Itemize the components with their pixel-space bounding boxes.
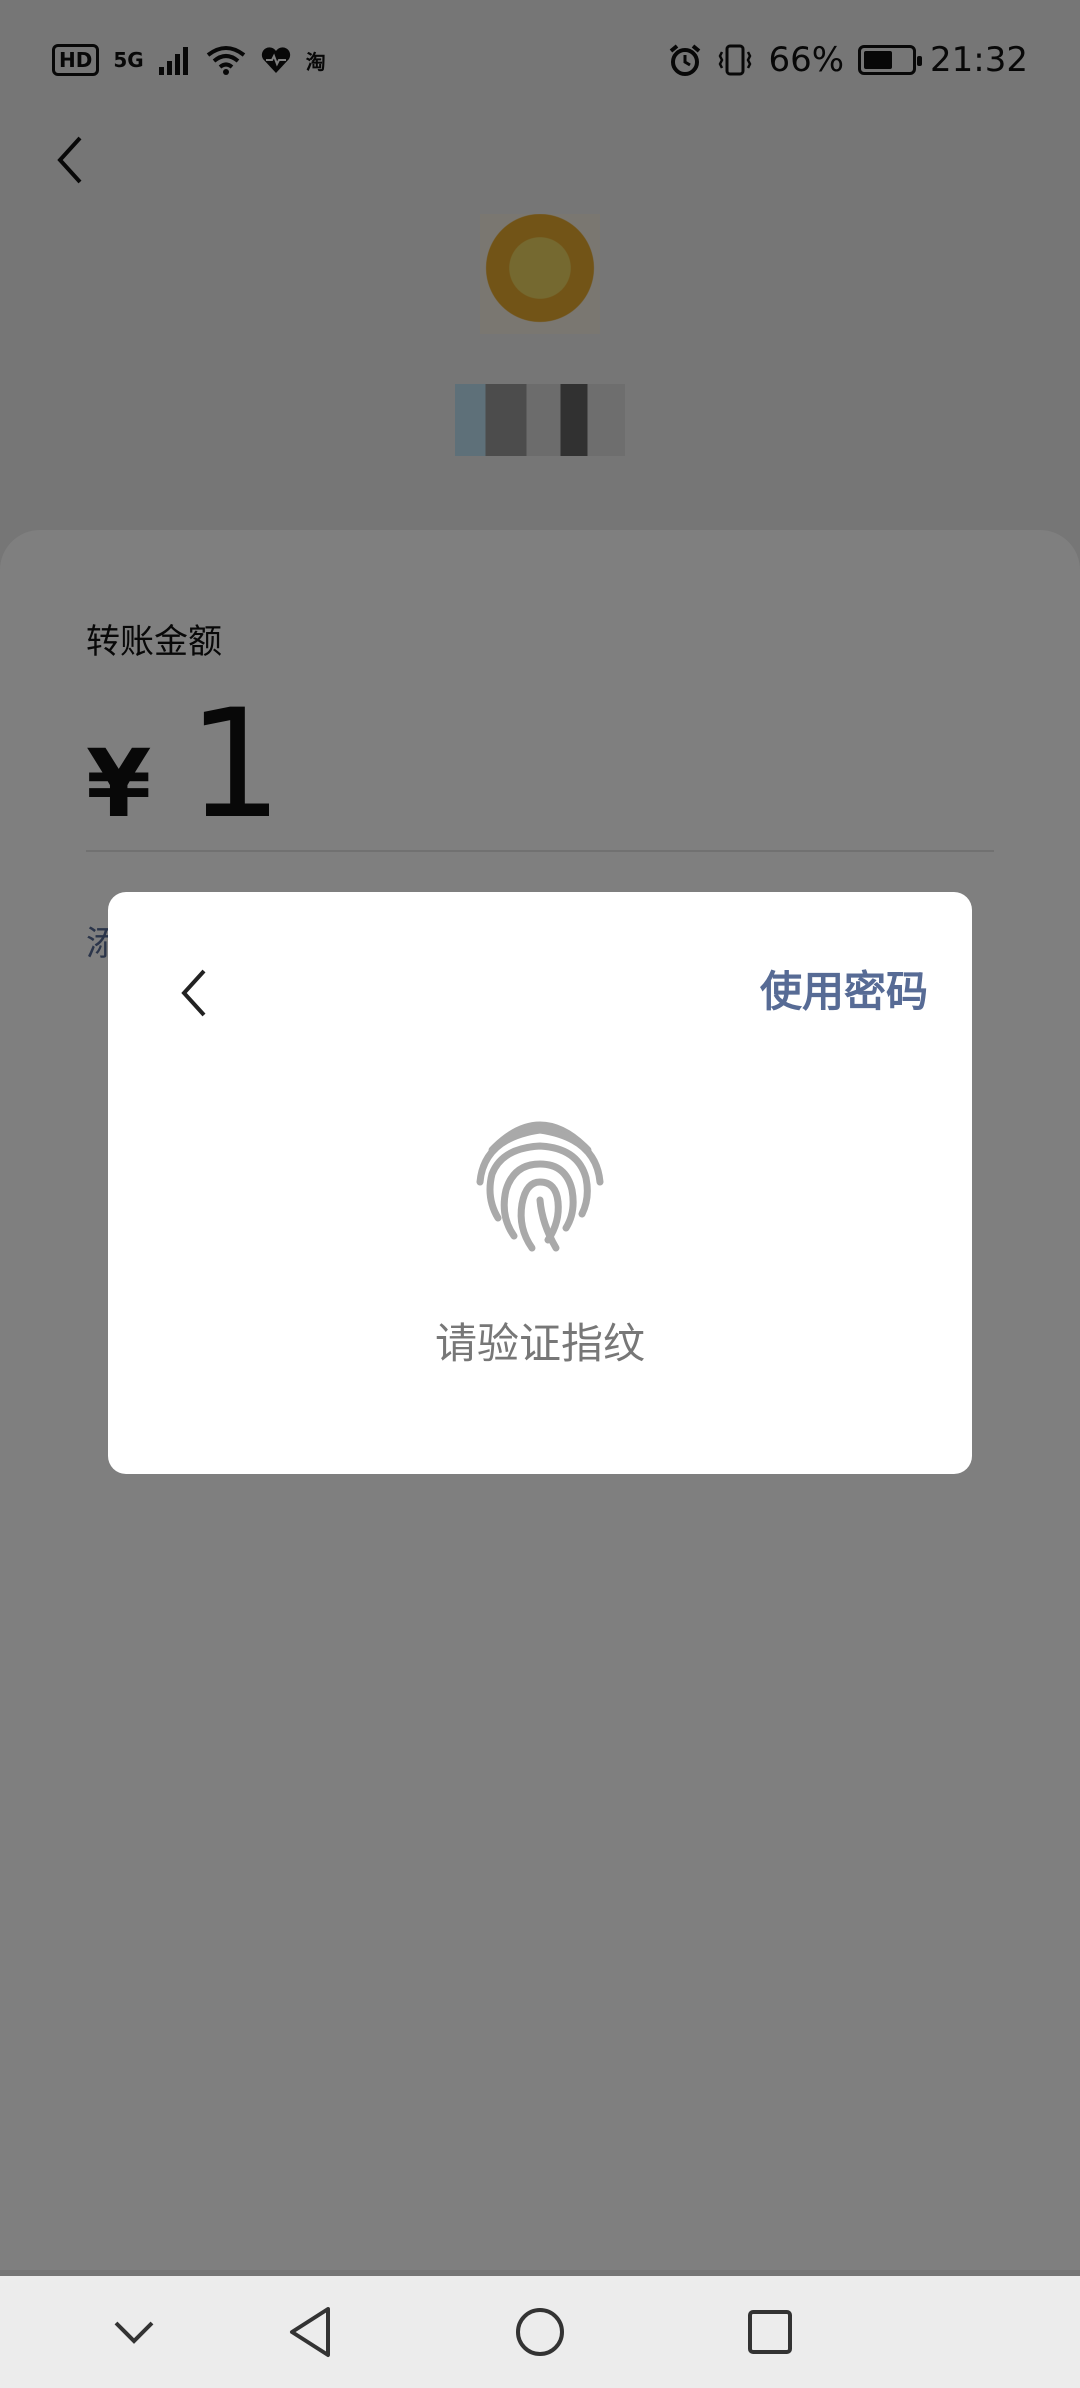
use-password-button[interactable]: 使用密码 (760, 958, 928, 1019)
home-circle-icon (516, 2308, 564, 2356)
nav-collapse-button[interactable] (104, 2302, 164, 2362)
recents-square-icon (748, 2310, 792, 2354)
fingerprint-dialog: 使用密码 请验证指纹 (108, 892, 972, 1474)
chevron-left-icon (181, 969, 206, 1017)
dialog-back-button[interactable] (158, 958, 228, 1028)
nav-recents-button[interactable] (740, 2302, 800, 2362)
fingerprint-icon[interactable] (470, 1108, 610, 1258)
collapse-icon (114, 2321, 154, 2344)
system-nav-bar (0, 2276, 1080, 2388)
nav-home-button[interactable] (510, 2302, 570, 2362)
screen: HD 5G 淘 (0, 0, 1080, 2388)
back-triangle-icon (290, 2307, 330, 2357)
verify-fingerprint-text: 请验证指纹 (434, 1319, 645, 1368)
nav-back-button[interactable] (280, 2302, 340, 2362)
